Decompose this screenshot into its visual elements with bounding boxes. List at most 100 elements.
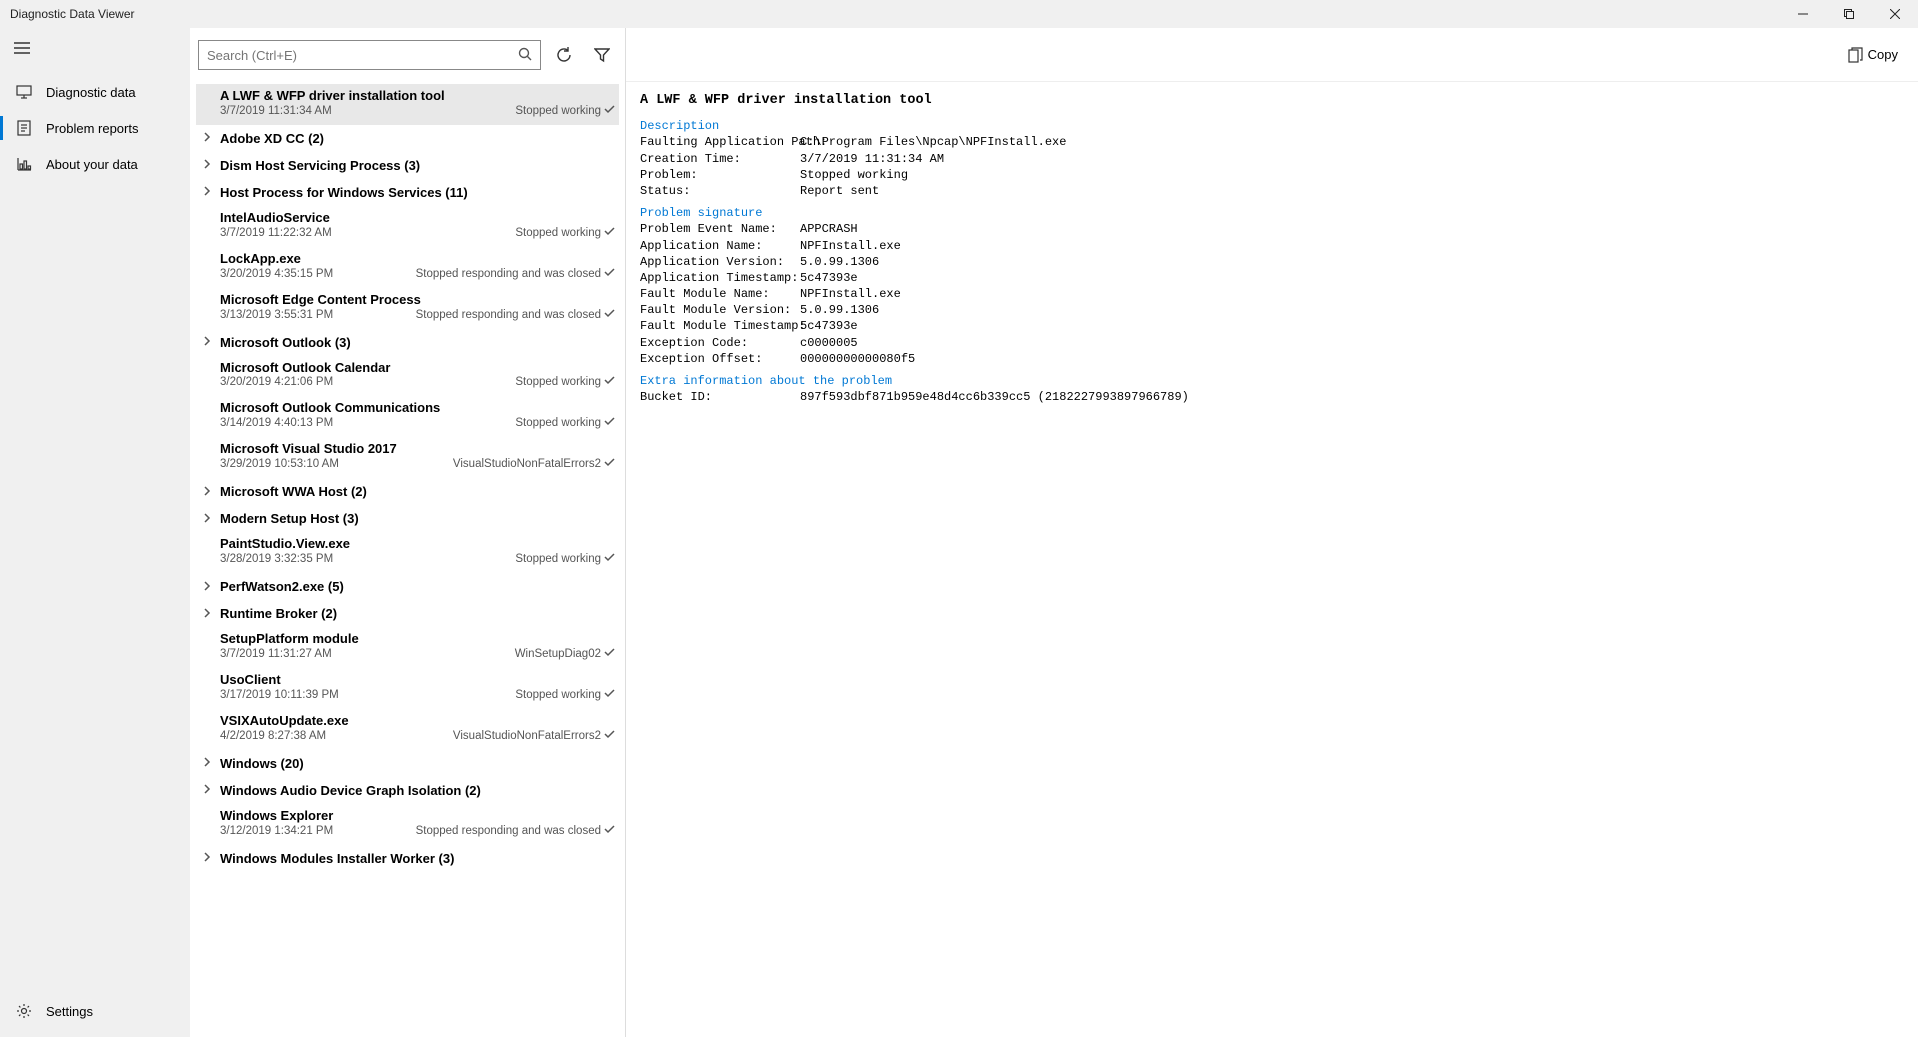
list-item[interactable]: A LWF & WFP driver installation tool3/7/… <box>196 84 619 125</box>
list-item[interactable]: UsoClient3/17/2019 10:11:39 PMStopped wo… <box>196 668 619 709</box>
minimize-button[interactable] <box>1780 0 1826 28</box>
sidebar-item-problem-reports[interactable]: Problem reports <box>0 110 190 146</box>
item-status: Stopped responding and was closed <box>416 309 615 321</box>
detail-key: Creation Time: <box>640 151 800 167</box>
detail-row: Fault Module Version:5.0.99.1306 <box>640 302 1904 318</box>
detail-row: Faulting Application Path:C:\Program Fil… <box>640 134 1904 150</box>
item-date: 3/29/2019 10:53:10 AM <box>220 458 339 470</box>
sidebar-item-label: Settings <box>46 1004 93 1019</box>
detail-key: Fault Module Name: <box>640 286 800 302</box>
list-group-header[interactable]: Windows Audio Device Graph Isolation (2) <box>196 777 619 804</box>
detail-key: Problem Event Name: <box>640 221 800 237</box>
item-title: A LWF & WFP driver installation tool <box>220 88 615 105</box>
copy-button[interactable]: Copy <box>1842 43 1904 67</box>
item-date: 4/2/2019 8:27:38 AM <box>220 730 326 742</box>
check-icon <box>604 309 615 318</box>
group-title: Runtime Broker (2) <box>220 606 337 621</box>
list-item[interactable]: Microsoft Visual Studio 20173/29/2019 10… <box>196 437 619 478</box>
close-button[interactable] <box>1872 0 1918 28</box>
chevron-right-icon <box>202 132 214 144</box>
list-item[interactable]: SetupPlatform module3/7/2019 11:31:27 AM… <box>196 627 619 668</box>
item-title: IntelAudioService <box>220 210 615 227</box>
item-date: 3/20/2019 4:35:15 PM <box>220 268 333 280</box>
sidebar-item-diagnostic-data[interactable]: Diagnostic data <box>0 74 190 110</box>
chevron-right-icon <box>202 852 214 864</box>
list-group-header[interactable]: Runtime Broker (2) <box>196 600 619 627</box>
list-item[interactable]: Windows Explorer3/12/2019 1:34:21 PMStop… <box>196 804 619 845</box>
detail-key: Fault Module Timestamp: <box>640 318 800 334</box>
list-group-header[interactable]: Modern Setup Host (3) <box>196 505 619 532</box>
detail-key: Faulting Application Path: <box>640 134 800 150</box>
group-title: PerfWatson2.exe (5) <box>220 579 344 594</box>
search-icon <box>518 47 532 64</box>
item-status: Stopped responding and was closed <box>416 825 615 837</box>
item-date: 3/20/2019 4:21:06 PM <box>220 376 333 388</box>
document-icon <box>14 120 34 136</box>
list-group-header[interactable]: Host Process for Windows Services (11) <box>196 179 619 206</box>
window-title: Diagnostic Data Viewer <box>10 7 135 21</box>
item-status: Stopped working <box>515 376 615 388</box>
check-icon <box>604 648 615 657</box>
search-input[interactable] <box>207 48 518 63</box>
chevron-right-icon <box>202 757 214 769</box>
chevron-right-icon <box>202 581 214 593</box>
list-item[interactable]: Microsoft Outlook Calendar3/20/2019 4:21… <box>196 356 619 397</box>
detail-key: Fault Module Version: <box>640 302 800 318</box>
detail-row: Application Version:5.0.99.1306 <box>640 254 1904 270</box>
report-list-column: A LWF & WFP driver installation tool3/7/… <box>190 28 626 1037</box>
check-icon <box>604 825 615 834</box>
list-group-header[interactable]: Dism Host Servicing Process (3) <box>196 152 619 179</box>
item-title: Microsoft Outlook Communications <box>220 400 615 417</box>
filter-button[interactable] <box>587 40 617 70</box>
list-item[interactable]: LockApp.exe3/20/2019 4:35:15 PMStopped r… <box>196 247 619 288</box>
hamburger-icon <box>14 42 30 54</box>
item-status: Stopped working <box>515 105 615 117</box>
list-item[interactable]: Microsoft Outlook Communications3/14/201… <box>196 396 619 437</box>
refresh-icon <box>555 46 573 64</box>
detail-value: 5.0.99.1306 <box>800 302 879 318</box>
chevron-right-icon <box>202 486 214 498</box>
list-group-header[interactable]: PerfWatson2.exe (5) <box>196 573 619 600</box>
check-icon <box>604 376 615 385</box>
group-title: Modern Setup Host (3) <box>220 511 359 526</box>
list-item[interactable]: IntelAudioService3/7/2019 11:22:32 AMSto… <box>196 206 619 247</box>
titlebar: Diagnostic Data Viewer <box>0 0 1918 28</box>
list-group-header[interactable]: Adobe XD CC (2) <box>196 125 619 152</box>
detail-value: C:\Program Files\Npcap\NPFInstall.exe <box>800 134 1066 150</box>
item-date: 3/28/2019 3:32:35 PM <box>220 553 333 565</box>
detail-section-label: Problem signature <box>640 205 1904 221</box>
item-date: 3/12/2019 1:34:21 PM <box>220 825 333 837</box>
detail-key: Problem: <box>640 167 800 183</box>
sidebar-item-label: Problem reports <box>46 121 138 136</box>
detail-row: Status:Report sent <box>640 183 1904 199</box>
list-group-header[interactable]: Windows Modules Installer Worker (3) <box>196 845 619 872</box>
list-group-header[interactable]: Windows (20) <box>196 750 619 777</box>
detail-value: 5c47393e <box>800 270 858 286</box>
filter-icon <box>594 47 610 63</box>
list-item[interactable]: VSIXAutoUpdate.exe4/2/2019 8:27:38 AMVis… <box>196 709 619 750</box>
check-icon <box>604 458 615 467</box>
detail-row: Fault Module Name:NPFInstall.exe <box>640 286 1904 302</box>
search-box[interactable] <box>198 40 541 70</box>
detail-value: 897f593dbf871b959e48d4cc6b339cc5 (218222… <box>800 389 1189 405</box>
sidebar-item-about-your-data[interactable]: About your data <box>0 146 190 182</box>
hamburger-button[interactable] <box>0 28 190 68</box>
item-status: Stopped working <box>515 689 615 701</box>
chevron-right-icon <box>202 336 214 348</box>
report-list[interactable]: A LWF & WFP driver installation tool3/7/… <box>190 82 625 1037</box>
detail-value: 5.0.99.1306 <box>800 254 879 270</box>
detail-column: Copy A LWF & WFP driver installation too… <box>626 28 1918 1037</box>
list-group-header[interactable]: Microsoft WWA Host (2) <box>196 478 619 505</box>
check-icon <box>604 553 615 562</box>
list-item[interactable]: PaintStudio.View.exe3/28/2019 3:32:35 PM… <box>196 532 619 573</box>
chevron-right-icon <box>202 186 214 198</box>
detail-key: Application Version: <box>640 254 800 270</box>
group-title: Windows (20) <box>220 756 304 771</box>
group-title: Microsoft WWA Host (2) <box>220 484 367 499</box>
sidebar-item-settings[interactable]: Settings <box>0 993 190 1029</box>
list-item[interactable]: Microsoft Edge Content Process3/13/2019 … <box>196 288 619 329</box>
maximize-button[interactable] <box>1826 0 1872 28</box>
chevron-right-icon <box>202 159 214 171</box>
refresh-button[interactable] <box>549 40 579 70</box>
list-group-header[interactable]: Microsoft Outlook (3) <box>196 329 619 356</box>
